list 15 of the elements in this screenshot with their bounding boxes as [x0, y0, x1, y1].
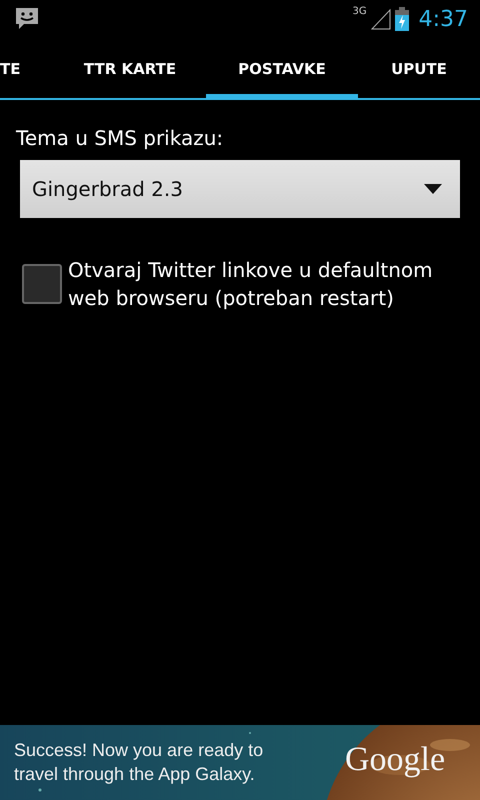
theme-dropdown[interactable]: Gingerbrad 2.3 — [20, 160, 460, 218]
checkbox-label: Otvaraj Twitter linkove u defaultnom web browseru (potreban restart) — [68, 257, 434, 312]
tab[interactable]: UPUTE — [358, 38, 480, 100]
tab[interactable]: TE — [0, 38, 54, 100]
tab[interactable]: TTR KARTE — [54, 38, 206, 100]
message-icon — [14, 6, 40, 32]
battery-icon — [394, 7, 409, 31]
setting-label: Tema u SMS prikazu: — [16, 126, 224, 150]
ad-text[interactable]: Success! Now you are ready to travel through the App Galaxy. — [14, 738, 299, 786]
caret-icon — [424, 184, 442, 194]
clock-time: 4:37 — [418, 6, 468, 32]
network-type: 3G — [352, 6, 367, 17]
tab[interactable]: POSTAVKE — [206, 38, 358, 100]
checkbox[interactable] — [22, 264, 62, 304]
signal-icon — [370, 8, 391, 30]
